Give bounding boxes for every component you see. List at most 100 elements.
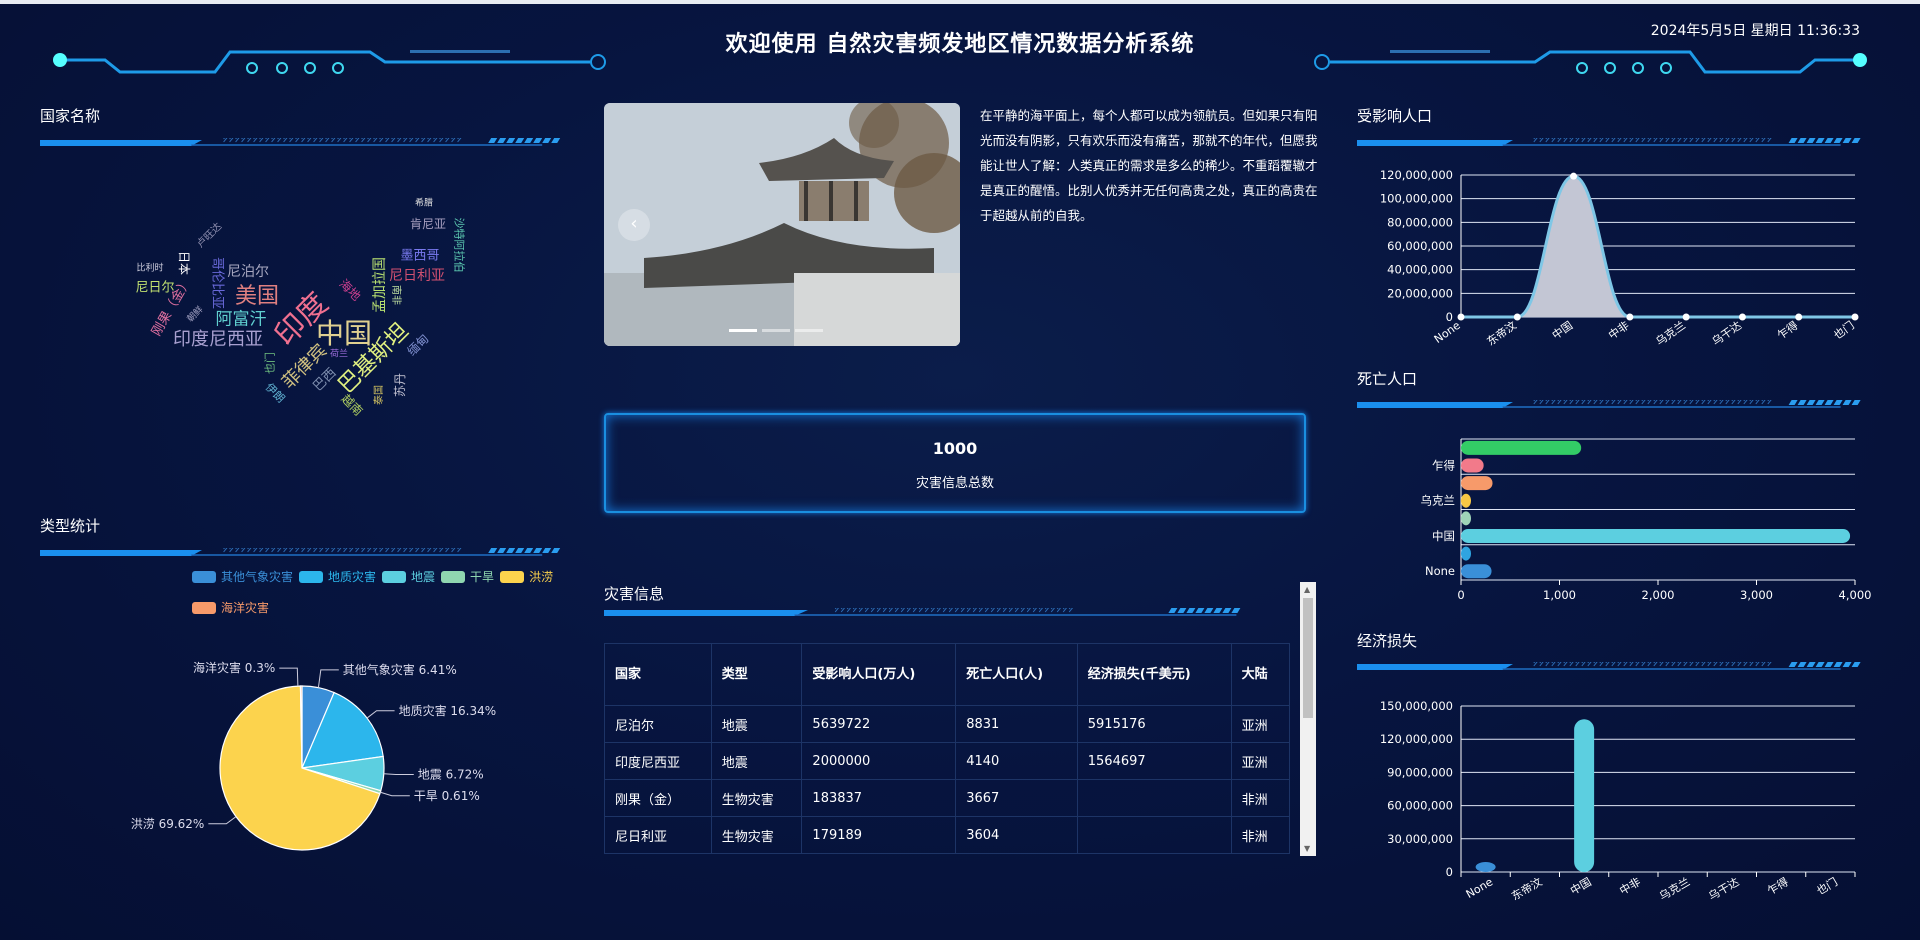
y-tick-label: 乌克兰 <box>1421 494 1456 508</box>
data-point[interactable] <box>1513 313 1521 321</box>
x-tick-label: 中非 <box>1606 319 1631 342</box>
x-tick-label: 0 <box>1457 588 1464 602</box>
word-cloud-word: 孟加拉国 <box>372 257 388 313</box>
data-point[interactable] <box>1851 313 1859 321</box>
image-carousel[interactable]: ‹ <box>604 103 960 346</box>
table-scrollbar[interactable]: ▲ ▼ <box>1300 582 1316 856</box>
type-pie-chart: 其他气象灾害 6.41% 地质灾害 16.34% 地震 6.72% 干旱 0.61% 洪… <box>131 660 497 851</box>
x-tick-label: 中国 <box>1568 875 1594 897</box>
word-cloud-word: 朝鲜 <box>185 304 206 325</box>
x-tick-label: 2,000 <box>1642 588 1675 602</box>
pie-label-line <box>380 791 410 797</box>
table-cell: 印度尼西亚 <box>604 742 712 780</box>
scroll-up-icon[interactable]: ▲ <box>1304 585 1310 594</box>
area-line <box>1461 174 1855 319</box>
legend-item[interactable]: 干旱 <box>441 562 494 592</box>
panel-title-underline <box>1357 662 1861 670</box>
table-cell: 地震 <box>710 742 803 780</box>
x-tick-label: 乌干达 <box>1706 874 1742 903</box>
x-tick-label: 中非 <box>1617 875 1643 897</box>
data-point[interactable] <box>1738 313 1746 321</box>
table-cell: 地震 <box>710 705 803 743</box>
data-point[interactable] <box>1626 313 1634 321</box>
stat-total-card: 1000 灾害信息总数 <box>604 413 1306 513</box>
y-tick-label: 80,000,000 <box>1387 215 1453 229</box>
word-cloud-word: 肯尼亚 <box>409 217 447 231</box>
legend-label: 洪涝 <box>529 570 554 584</box>
x-tick-label: 4,000 <box>1839 588 1872 602</box>
data-point[interactable] <box>1682 313 1690 321</box>
table-cell: 亚洲 <box>1230 705 1290 743</box>
data-point[interactable] <box>1795 313 1803 321</box>
table-row[interactable]: 尼泊尔 地震 5639722 8831 5915176 亚洲 <box>604 705 1290 743</box>
deaths-bar-chart: 0 1,000 2,000 3,000 4,000 None 中国 乌克兰 乍得 <box>1421 438 1872 602</box>
table-row[interactable]: 尼日利亚 生物灾害 179189 3604 非洲 <box>604 816 1290 854</box>
bar[interactable] <box>1461 511 1471 526</box>
scroll-down-icon[interactable]: ▼ <box>1304 844 1310 853</box>
word-cloud-word: 伊朗 <box>262 380 288 406</box>
legend-swatch <box>299 571 324 583</box>
pie-label: 地震 6.72% <box>418 768 484 782</box>
word-cloud-word: 越南 <box>338 391 366 419</box>
column-header: 大陆 <box>1230 643 1290 706</box>
table-row[interactable]: 印度尼西亚 地震 2000000 4140 1564697 亚洲 <box>604 742 1290 780</box>
legend-item[interactable]: 其他气象灾害 <box>192 562 293 592</box>
legend-item[interactable]: 地震 <box>382 562 435 592</box>
pie-label: 其他气象灾害 6.41% <box>343 662 457 677</box>
carousel-indicator[interactable] <box>762 329 790 332</box>
legend-label: 干旱 <box>470 570 495 584</box>
word-cloud-word: 印度尼西亚 <box>173 329 263 350</box>
word-cloud-word: 阿富汗 <box>215 309 267 330</box>
data-point[interactable] <box>1457 313 1465 321</box>
word-cloud-word: 美国 <box>234 284 280 309</box>
column-header: 死亡人口(人) <box>955 643 1078 706</box>
table-cell: 179189 <box>801 816 957 854</box>
word-cloud-word: 中国 <box>315 317 373 350</box>
scrollbar-thumb[interactable] <box>1303 598 1313 718</box>
affected-area-chart: 020,000,00040,000,00060,000,00080,000,00… <box>1380 168 1859 348</box>
word-cloud-word: 苏丹 <box>393 372 407 398</box>
pie-label-line <box>366 710 395 719</box>
bar[interactable] <box>1574 719 1595 872</box>
x-tick-label: None <box>1464 875 1496 901</box>
y-tick-label: 120,000,000 <box>1380 732 1453 746</box>
carousel-indicator-active[interactable] <box>729 329 757 332</box>
table-cell <box>1076 816 1232 854</box>
table-cell <box>1076 779 1232 817</box>
bar[interactable] <box>1461 440 1582 455</box>
panel-title-underline <box>1357 400 1861 408</box>
chevron-left-icon[interactable]: ‹ <box>618 209 650 241</box>
carousel-indicator[interactable] <box>795 329 823 332</box>
x-tick-label: 东帝汶 <box>1484 318 1519 348</box>
bar[interactable] <box>1461 528 1851 543</box>
y-tick-label: 20,000,000 <box>1387 286 1453 300</box>
legend-item[interactable]: 洪涝 <box>500 562 553 592</box>
legend-swatch <box>382 571 407 583</box>
pie-label-line <box>279 667 299 687</box>
bar[interactable] <box>1475 862 1496 872</box>
y-tick-label: 中国 <box>1432 529 1455 543</box>
stat-value: 1000 <box>932 439 978 458</box>
legend-item[interactable]: 地质灾害 <box>299 562 376 592</box>
data-point[interactable] <box>1570 172 1578 180</box>
bar[interactable] <box>1461 458 1484 473</box>
bar[interactable] <box>1461 546 1471 561</box>
table-cell: 1564697 <box>1076 742 1232 780</box>
bar[interactable] <box>1461 493 1471 508</box>
legend-label: 地震 <box>411 570 436 584</box>
bar[interactable] <box>1461 476 1493 491</box>
table-cell: 亚洲 <box>1230 742 1290 780</box>
legend-swatch <box>441 571 466 583</box>
word-cloud-word: 尼泊尔 <box>227 264 269 280</box>
word-cloud-word: 比利时 <box>136 263 164 274</box>
pie-label: 地质灾害 16.34% <box>399 703 497 718</box>
table-row[interactable]: 刚果（金） 生物灾害 183837 3667 非洲 <box>604 779 1290 817</box>
pie-label-line <box>208 816 237 825</box>
disaster-table: 国家 类型 受影响人口(万人) 死亡人口(人) 经济损失(千美元) 大陆 尼泊尔 地震 563… <box>604 643 1290 854</box>
x-tick-label: 乌干达 <box>1709 318 1744 348</box>
legend-swatch <box>192 571 216 583</box>
word-cloud-word: 海地 <box>336 276 364 304</box>
x-tick-label: 乌克兰 <box>1653 318 1688 348</box>
table-cell: 生物灾害 <box>710 816 803 854</box>
bar[interactable] <box>1461 564 1492 579</box>
